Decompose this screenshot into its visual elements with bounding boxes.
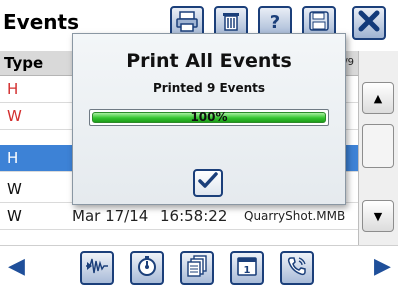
table-row[interactable]: W Mar 17/14 16:58:22 QuarryShot.MMB bbox=[0, 203, 358, 230]
event-type: W bbox=[7, 107, 22, 125]
prev-page-button[interactable]: ◀ bbox=[8, 254, 25, 279]
next-page-button[interactable]: ▶ bbox=[374, 254, 391, 279]
checkmark-icon bbox=[198, 172, 218, 194]
phone-icon bbox=[286, 255, 308, 281]
close-icon bbox=[357, 9, 381, 37]
arrow-up-icon: ▲ bbox=[373, 91, 383, 105]
scroll-down-button[interactable]: ▼ bbox=[362, 200, 394, 232]
phone-button[interactable] bbox=[280, 251, 314, 285]
waveform-button[interactable] bbox=[80, 251, 114, 285]
svg-text:?: ? bbox=[270, 12, 280, 32]
scroll-thumb[interactable] bbox=[362, 124, 394, 168]
scroll-up-button[interactable]: ▲ bbox=[362, 82, 394, 114]
print-dialog: Print All Events Printed 9 Events 100% bbox=[72, 33, 346, 205]
event-date: Mar 17/14 bbox=[72, 207, 149, 225]
calendar-icon: 1 bbox=[236, 255, 258, 281]
event-type: H bbox=[7, 80, 19, 98]
dialog-status: Printed 9 Events bbox=[152, 81, 266, 95]
page-title: Events bbox=[3, 10, 79, 34]
documents-button[interactable] bbox=[180, 251, 214, 285]
event-type: W bbox=[7, 180, 22, 198]
calendar-button[interactable]: 1 bbox=[230, 251, 264, 285]
documents-icon bbox=[186, 255, 208, 281]
svg-text:1: 1 bbox=[244, 265, 251, 276]
event-type: W bbox=[7, 207, 22, 225]
progress-label: 100% bbox=[190, 110, 228, 124]
column-header-type: Type bbox=[4, 54, 44, 72]
event-type: H bbox=[7, 149, 19, 167]
arrow-down-icon: ▼ bbox=[373, 209, 383, 223]
arrow-left-icon: ◀ bbox=[8, 254, 25, 279]
arrow-right-icon: ▶ bbox=[374, 254, 391, 279]
close-button[interactable] bbox=[352, 6, 386, 40]
event-time: 16:58:22 bbox=[160, 207, 228, 225]
progress-bar: 100% bbox=[89, 109, 329, 126]
stopwatch-button[interactable] bbox=[130, 251, 164, 285]
dialog-title: Print All Events bbox=[126, 50, 292, 72]
stopwatch-icon bbox=[136, 255, 158, 281]
ok-button[interactable] bbox=[193, 169, 223, 197]
waveform-icon bbox=[84, 255, 110, 281]
event-file: QuarryShot.MMB bbox=[244, 209, 346, 223]
